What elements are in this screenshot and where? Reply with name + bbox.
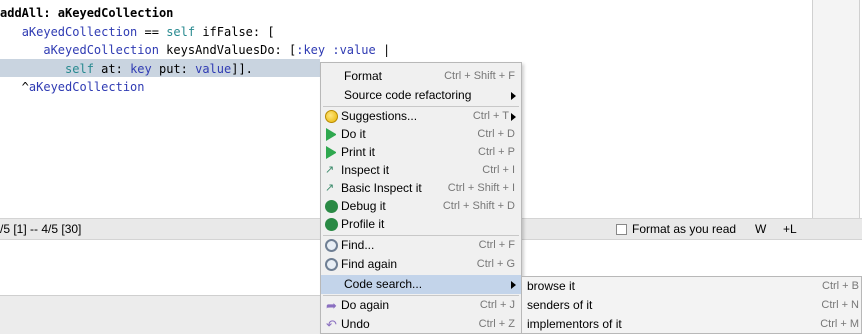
play-icon (326, 128, 339, 141)
magnifier-icon (325, 258, 338, 271)
submenu-arrow-icon (511, 92, 516, 100)
menu-item-undo[interactable]: ↶ Undo Ctrl + Z (321, 315, 521, 334)
code-token: value (195, 61, 232, 76)
magnifier-icon (325, 239, 338, 252)
inspect-icon: ↗ (325, 182, 335, 194)
menu-item-profile-it[interactable]: Profile it (321, 215, 521, 234)
menu-item-suggestions[interactable]: Suggestions... Ctrl + T (321, 107, 521, 126)
submenu-item-implementors-of-it[interactable]: implementors of it Ctrl + M (522, 315, 861, 334)
inspect-icon: ↗ (325, 164, 335, 176)
menu-item-label: Suggestions... (341, 109, 418, 123)
code-token: aKeyedCollection (57, 6, 174, 20)
menu-item-label: Code search... (344, 277, 423, 291)
menu-item-shortcut: Ctrl + F (478, 239, 515, 251)
menu-item-shortcut: Ctrl + T (472, 110, 509, 122)
menu-item-shortcut: Ctrl + J (479, 299, 515, 311)
code-line: addAll: aKeyedCollection (0, 4, 173, 22)
code-search-submenu: browse it Ctrl + B senders of it Ctrl + … (521, 276, 862, 334)
format-as-you-read-label[interactable]: Format as you read (632, 219, 736, 240)
code-token: at: (93, 61, 131, 76)
redo-icon: ➦ (326, 298, 337, 313)
code-token: :key :value (296, 43, 376, 57)
undo-icon: ↶ (326, 317, 337, 332)
menu-item-shortcut: Ctrl + Shift + D (442, 200, 515, 212)
menu-item-format[interactable]: Format Ctrl + Shift + F (321, 67, 521, 86)
menu-item-shortcut: Ctrl + Shift + F (444, 70, 515, 82)
menu-item-do-again[interactable]: ➦ Do again Ctrl + J (321, 296, 521, 315)
menu-item-find-again[interactable]: Find again Ctrl + G (321, 255, 521, 274)
menu-item-find[interactable]: Find... Ctrl + F (321, 236, 521, 255)
code-token: addAll: (0, 6, 58, 20)
code-token: ]]. (231, 61, 253, 76)
menu-item-print-it[interactable]: Print it Ctrl + P (321, 143, 521, 162)
menu-item-shortcut: Ctrl + G (476, 258, 515, 270)
menu-item-label: Inspect it (341, 163, 390, 177)
menu-item-label: Debug it (341, 199, 386, 213)
menu-item-inspect-it[interactable]: ↗ Inspect it Ctrl + I (321, 161, 521, 180)
menu-item-shortcut: Ctrl + D (477, 128, 515, 140)
code-line: ^aKeyedCollection (0, 78, 145, 96)
menu-item-basic-inspect-it[interactable]: ↗ Basic Inspect it Ctrl + Shift + I (321, 179, 521, 198)
menu-item-code-search[interactable]: Code search... (321, 275, 521, 294)
cursor-position: /5 [1] -- 4/5 [30] (0, 222, 82, 236)
submenu-item-label: browse it (527, 279, 576, 293)
submenu-item-shortcut: Ctrl + N (821, 299, 859, 311)
context-menu: Format Ctrl + Shift + F Source code refa… (320, 62, 522, 334)
submenu-item-label: senders of it (527, 298, 593, 312)
menu-item-do-it[interactable]: Do it Ctrl + D (321, 125, 521, 144)
code-token: ^ (0, 80, 29, 94)
menu-item-shortcut: Ctrl + Z (478, 318, 515, 330)
code-token: aKeyedCollection (28, 80, 145, 94)
code-line: self at: key put: value]]. (0, 60, 253, 78)
submenu-arrow-icon (511, 281, 516, 289)
menu-item-shortcut: Ctrl + P (478, 146, 515, 158)
menu-item-label: Basic Inspect it (341, 181, 422, 195)
code-token: == (137, 24, 167, 39)
code-token: self (166, 24, 196, 39)
menu-item-label: Do it (341, 127, 366, 141)
submenu-item-browse-it[interactable]: browse it Ctrl + B (522, 277, 861, 296)
submenu-item-shortcut: Ctrl + M (820, 318, 859, 330)
line-numbers-toggle[interactable]: +L (783, 219, 797, 240)
menu-item-label: Do again (341, 298, 390, 312)
menu-item-debug-it[interactable]: Debug it Ctrl + Shift + D (321, 197, 521, 216)
menu-item-label: Source code refactoring (344, 88, 472, 102)
code-token: ifFalse: [ (195, 24, 275, 39)
profile-icon (325, 218, 338, 231)
menu-item-label: Undo (341, 317, 370, 331)
suggestions-icon (325, 110, 338, 123)
menu-item-label: Find... (341, 238, 375, 252)
code-token: aKeyedCollection (21, 24, 138, 39)
menu-item-label: Print it (341, 145, 376, 159)
submenu-item-label: implementors of it (527, 317, 622, 331)
submenu-arrow-icon (511, 113, 516, 121)
play-icon (326, 146, 339, 159)
code-token: self (65, 61, 94, 76)
bug-icon (325, 200, 338, 213)
menu-item-shortcut: Ctrl + Shift + I (447, 182, 515, 194)
menu-item-label: Profile it (341, 217, 385, 231)
code-token: keysAndValuesDo: [ (158, 43, 297, 57)
code-token: put: (151, 61, 196, 76)
code-token: aKeyedCollection (43, 43, 159, 57)
wrap-mode-button[interactable]: W (755, 219, 766, 240)
submenu-item-shortcut: Ctrl + B (822, 280, 859, 292)
format-as-you-read-checkbox[interactable] (616, 224, 627, 235)
menu-item-label: Find again (341, 257, 398, 271)
code-line: aKeyedCollection keysAndValuesDo: [:key … (0, 41, 390, 59)
code-line: aKeyedCollection == self ifFalse: [ (0, 23, 275, 41)
editor-scrollbar[interactable] (812, 0, 860, 218)
code-token: key (130, 61, 152, 76)
code-token: | (375, 43, 391, 57)
menu-item-label: Format (344, 69, 383, 83)
menu-item-source-code-refactoring[interactable]: Source code refactoring (321, 86, 521, 105)
menu-item-shortcut: Ctrl + I (482, 164, 515, 176)
submenu-item-senders-of-it[interactable]: senders of it Ctrl + N (522, 296, 861, 315)
